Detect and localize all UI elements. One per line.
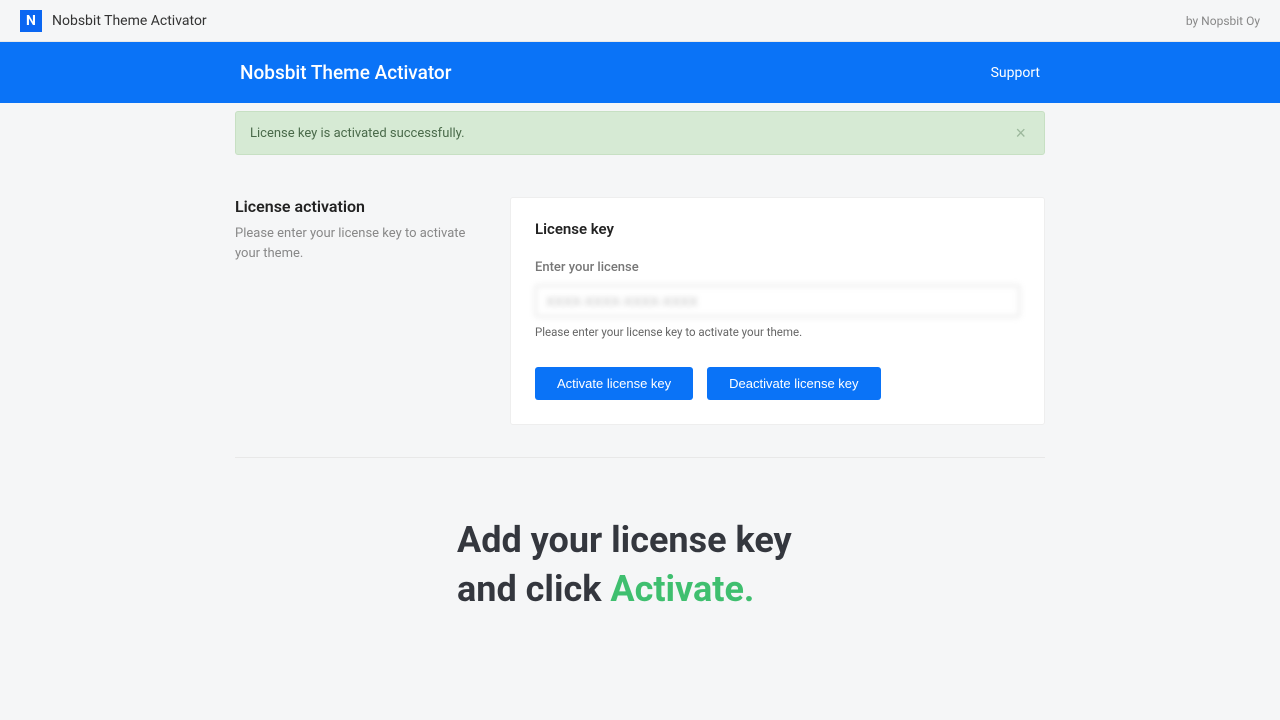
license-card: License key Enter your license Please en… [510, 197, 1045, 425]
alert-close-button[interactable]: × [1011, 124, 1030, 142]
promo-text: Add your license key and click Activate. [457, 516, 1045, 613]
promo-highlight: Activate. [610, 568, 754, 610]
deactivate-button[interactable]: Deactivate license key [707, 367, 880, 400]
promo-line2-prefix: and click [457, 568, 610, 610]
content-wrapper: License key is activated successfully. ×… [235, 103, 1045, 613]
app-title: Nobsbit Theme Activator [52, 13, 207, 29]
activation-info: License activation Please enter your lic… [235, 197, 480, 425]
vendor-label: by Nopsbit Oy [1186, 14, 1260, 28]
logo-letter: N [26, 13, 36, 29]
top-bar: N Nobsbit Theme Activator by Nopsbit Oy [0, 0, 1280, 42]
app-logo-icon: N [20, 10, 42, 32]
page-title: Nobsbit Theme Activator [240, 61, 451, 84]
activation-section: License activation Please enter your lic… [235, 197, 1045, 425]
promo-section: Add your license key and click Activate. [235, 458, 1045, 613]
success-alert: License key is activated successfully. × [235, 111, 1045, 155]
activate-button[interactable]: Activate license key [535, 367, 693, 400]
button-row: Activate license key Deactivate license … [535, 367, 1020, 400]
support-link[interactable]: Support [991, 65, 1040, 81]
promo-line1: Add your license key [457, 519, 792, 561]
main-header-inner: Nobsbit Theme Activator Support [240, 61, 1040, 84]
license-input[interactable] [535, 285, 1020, 317]
license-field-label: Enter your license [535, 260, 1020, 275]
activation-description: Please enter your license key to activat… [235, 224, 480, 263]
card-title: License key [535, 220, 1020, 238]
activation-heading: License activation [235, 197, 480, 216]
license-help-text: Please enter your license key to activat… [535, 325, 1020, 339]
alert-message: License key is activated successfully. [250, 126, 465, 141]
top-bar-left: N Nobsbit Theme Activator [20, 10, 207, 32]
main-header: Nobsbit Theme Activator Support [0, 42, 1280, 103]
